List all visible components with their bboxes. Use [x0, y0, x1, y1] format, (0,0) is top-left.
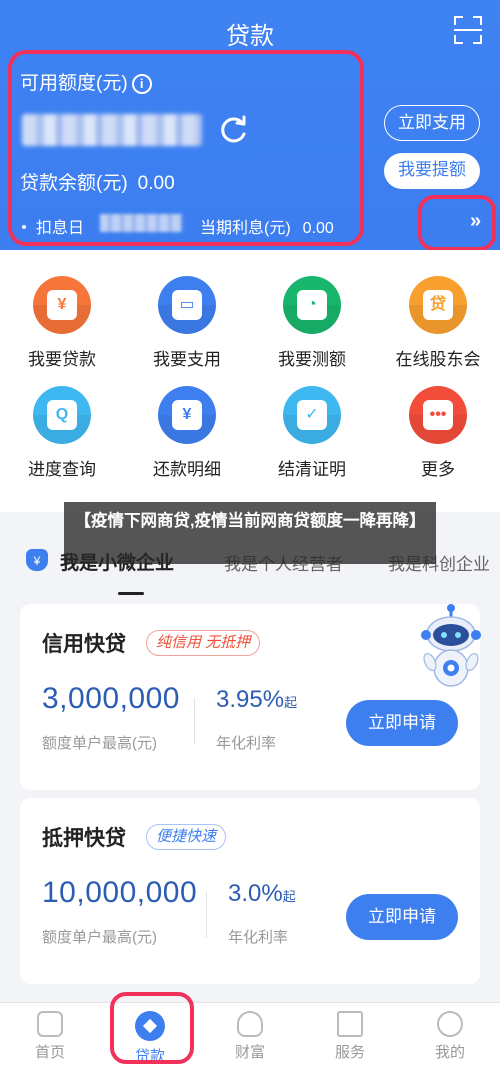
certificate-icon: ✓: [283, 386, 341, 444]
apply-now-button[interactable]: 立即申请: [346, 894, 458, 940]
func-more[interactable]: ••• 更多: [388, 386, 488, 480]
card-rate: 3.95%起: [216, 686, 298, 713]
func-draw-funds[interactable]: ▭ 我要支用: [137, 276, 237, 370]
card-amount-label: 额度单户最高(元): [42, 735, 157, 752]
search-doc-icon: Q: [33, 386, 91, 444]
use-now-button[interactable]: 立即支用: [384, 105, 480, 141]
card-divider: [194, 698, 195, 744]
nav-wealth[interactable]: 财富: [210, 1011, 290, 1062]
func-progress-query[interactable]: Q 进度查询: [12, 386, 112, 480]
card-max-amount: 3,000,000: [42, 682, 180, 715]
loan-badge-icon: 贷: [409, 276, 467, 334]
wealth-bag-icon: [237, 1011, 263, 1037]
page-title: 贷款: [226, 23, 274, 50]
card-title: 抵押快贷: [42, 827, 126, 850]
bill-icon: ¥: [158, 386, 216, 444]
card-rate-label: 年化利率: [228, 929, 289, 946]
nav-service[interactable]: 服务: [310, 1011, 390, 1062]
highlight-box-loan-nav: [110, 992, 194, 1064]
active-tab-indicator: [118, 592, 144, 595]
home-icon: [37, 1011, 63, 1037]
apply-now-button[interactable]: 立即申请: [346, 700, 458, 746]
func-estimate-limit[interactable]: ◔ 我要测额: [262, 276, 362, 370]
func-apply-loan[interactable]: ¥ 我要贷款: [12, 276, 112, 370]
function-grid: ¥ 我要贷款 ▭ 我要支用 ◔ 我要测额 贷 在线股东会 Q 进度查询 ¥ 还款…: [0, 250, 500, 512]
more-dots-icon: •••: [409, 386, 467, 444]
card-amount-label: 额度单户最高(元): [42, 929, 157, 946]
money-bag-tab-icon: ¥: [26, 549, 48, 571]
gauge-icon: ◔: [283, 276, 341, 334]
raise-limit-button[interactable]: 我要提额: [384, 153, 480, 189]
bottom-nav: 首页 贷款 财富 服务 我的: [0, 1002, 500, 1067]
highlight-box-more: [418, 195, 496, 251]
func-online-shareholder-meeting[interactable]: 贷 在线股东会: [388, 276, 488, 370]
card-title: 信用快贷: [42, 633, 126, 656]
highlight-box-credit: [8, 50, 364, 246]
nav-mine[interactable]: 我的: [410, 1011, 490, 1062]
card-tag: 纯信用 无抵押: [146, 630, 261, 656]
scan-icon[interactable]: [454, 16, 482, 44]
credit-loan-card: 信用快贷 纯信用 无抵押 3,000,000 额度单户最高(元) 3.95%起 …: [20, 604, 480, 790]
func-repayment-details[interactable]: ¥ 还款明细: [137, 386, 237, 480]
card-divider: [206, 892, 207, 938]
card-tag: 便捷快速: [146, 824, 227, 850]
func-settlement-proof[interactable]: ✓ 结清证明: [262, 386, 362, 480]
card-icon: ▭: [158, 276, 216, 334]
card-rate: 3.0%起: [228, 880, 296, 907]
mortgage-loan-card: 抵押快贷 便捷快速 10,000,000 额度单户最高(元) 3.0%起 年化利…: [20, 798, 480, 984]
article-title-overlay: 【疫情下网商贷,疫情当前网商贷额度一降再降】: [64, 502, 436, 564]
card-rate-label: 年化利率: [216, 735, 277, 752]
profile-smile-icon: [437, 1011, 463, 1037]
service-bookmark-icon: [337, 1011, 363, 1037]
nav-home[interactable]: 首页: [10, 1011, 90, 1062]
card-max-amount: 10,000,000: [42, 876, 198, 909]
robot-mascot-icon: [421, 604, 481, 687]
money-bag-icon: ¥: [33, 276, 91, 334]
